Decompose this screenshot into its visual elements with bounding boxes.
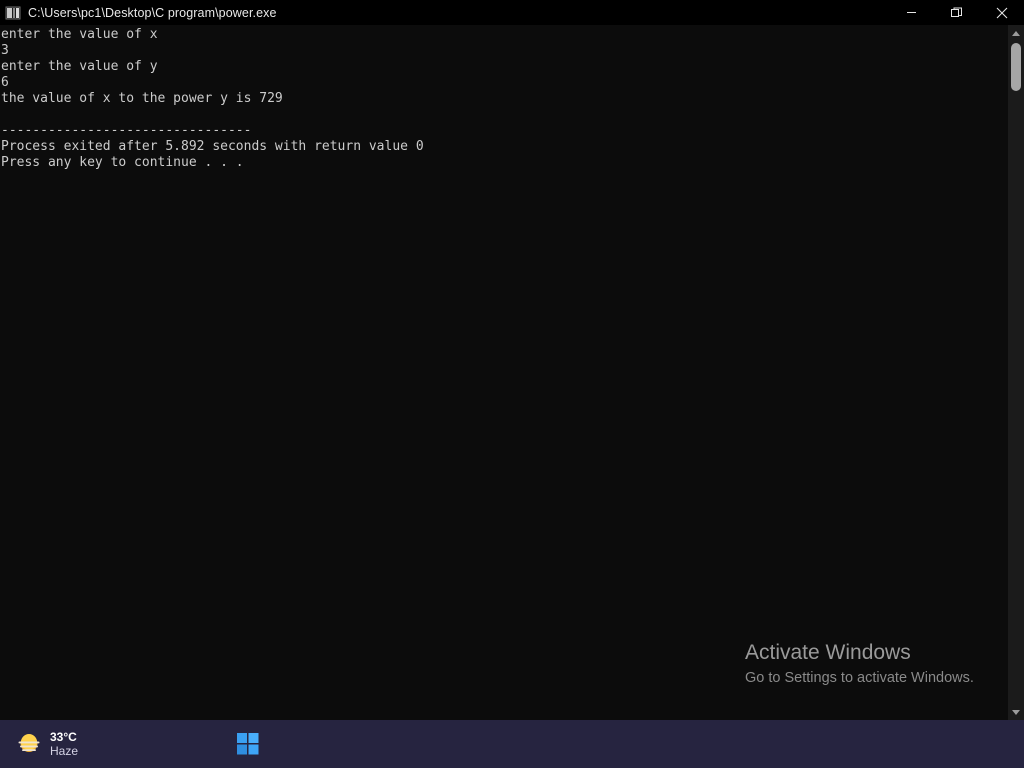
console-app-icon (5, 5, 21, 21)
scrollbar-thumb[interactable] (1011, 43, 1021, 91)
console-output-text: enter the value of x 3 enter the value o… (1, 27, 424, 170)
maximize-restore-button[interactable] (934, 0, 979, 25)
taskbar-weather-widget[interactable]: 33°C Haze (8, 724, 86, 764)
minimize-button[interactable] (889, 0, 934, 25)
sun-haze-icon (16, 731, 42, 757)
windows-logo-icon (237, 733, 259, 755)
weather-temperature: 33°C (50, 730, 77, 744)
console-window: C:\Users\pc1\Desktop\C program\power.exe (0, 0, 1024, 720)
weather-text-group: 33°C Haze (50, 730, 78, 758)
window-titlebar[interactable]: C:\Users\pc1\Desktop\C program\power.exe (0, 0, 1024, 25)
close-button[interactable] (979, 0, 1024, 25)
scroll-down-arrow-icon[interactable] (1008, 704, 1024, 720)
window-title: C:\Users\pc1\Desktop\C program\power.exe (28, 5, 277, 20)
window-controls (889, 0, 1024, 25)
weather-condition: Haze (50, 744, 79, 758)
start-button[interactable] (232, 728, 264, 760)
console-output-area[interactable]: enter the value of x 3 enter the value o… (0, 25, 1008, 720)
desktop-screen: C:\Users\pc1\Desktop\C program\power.exe (0, 0, 1024, 768)
taskbar: 33°C Haze Search (0, 720, 1024, 768)
console-scrollbar[interactable] (1008, 25, 1024, 720)
scroll-up-arrow-icon[interactable] (1008, 25, 1024, 41)
